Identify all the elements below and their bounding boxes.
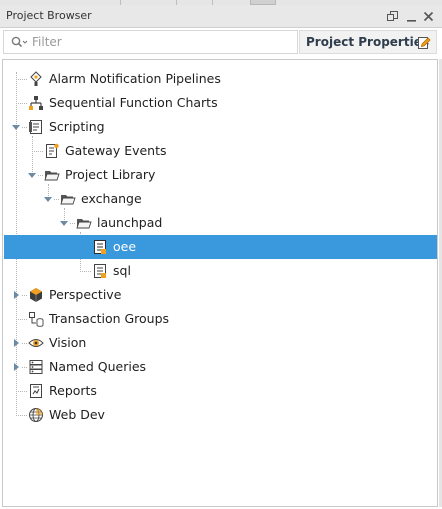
web-dev-icon [28, 407, 44, 423]
tree-item-label: launchpad [97, 215, 163, 230]
tree-item-label: oee [113, 239, 137, 254]
tree-item-named-queries[interactable]: Named Queries [4, 355, 437, 379]
project-properties-label: Project Properties [306, 35, 429, 49]
tree-item-project-library[interactable]: Project Library [4, 163, 437, 187]
gateway-events-icon [44, 143, 60, 159]
search-icon[interactable] [11, 36, 28, 49]
reports-icon [28, 383, 44, 399]
project-tree: Alarm Notification Pipelines Sequential … [2, 59, 438, 507]
expand-toggle-icon[interactable] [10, 121, 22, 133]
folder-open-icon [44, 167, 60, 183]
close-icon[interactable] [422, 10, 435, 23]
expand-toggle-icon[interactable] [58, 217, 70, 229]
tree-item-label: Named Queries [49, 359, 147, 374]
tree-item-sequential-function-charts[interactable]: Sequential Function Charts [4, 91, 437, 115]
transaction-groups-icon [28, 311, 44, 327]
perspective-icon [28, 287, 44, 303]
tree-item-reports[interactable]: Reports [4, 379, 437, 403]
vision-icon [28, 335, 44, 351]
tree-item-label: Web Dev [49, 407, 105, 422]
tree-item-label: exchange [81, 191, 142, 206]
collapse-toggle-icon[interactable] [10, 337, 22, 349]
tree-item-label: Vision [49, 335, 87, 350]
folder-open-icon [60, 191, 76, 207]
named-queries-icon [28, 359, 44, 375]
tree-item-label: Gateway Events [65, 143, 167, 158]
tree-item-web-dev[interactable]: Web Dev [4, 403, 437, 427]
panel-title: Project Browser [6, 9, 92, 22]
restore-icon[interactable] [386, 10, 399, 23]
expand-toggle-icon[interactable] [26, 169, 38, 181]
tree-item-gateway-events[interactable]: Gateway Events [4, 139, 437, 163]
tree-item-label: Perspective [49, 287, 122, 302]
scripting-icon [28, 119, 44, 135]
expand-toggle-icon[interactable] [42, 193, 54, 205]
tree-item-label: Sequential Function Charts [49, 95, 218, 110]
tree-item-sql[interactable]: sql [4, 259, 437, 283]
tree-item-exchange[interactable]: exchange [4, 187, 437, 211]
panel-header: Project Browser [0, 5, 442, 28]
tree-item-scripting[interactable]: Scripting [4, 115, 437, 139]
script-file-icon [92, 239, 108, 255]
filter-box[interactable] [3, 30, 298, 54]
collapse-toggle-icon[interactable] [10, 289, 22, 301]
tree-item-label: sql [113, 263, 131, 278]
minimize-icon[interactable] [405, 10, 418, 23]
filter-row: Project Properties [0, 28, 442, 56]
sfc-icon [28, 95, 44, 111]
alarm-pipeline-icon [28, 71, 44, 87]
filter-input[interactable] [32, 33, 292, 51]
tree-item-label: Project Library [65, 167, 156, 182]
tree-item-alarm-notification-pipelines[interactable]: Alarm Notification Pipelines [4, 67, 437, 91]
tree-item-label: Transaction Groups [49, 311, 170, 326]
script-file-icon [92, 263, 108, 279]
tree-item-launchpad[interactable]: launchpad [4, 211, 437, 235]
tree-item-perspective[interactable]: Perspective [4, 283, 437, 307]
tree-item-label: Reports [49, 383, 97, 398]
collapse-toggle-icon[interactable] [10, 361, 22, 373]
project-properties-icon [417, 35, 431, 50]
folder-open-icon [76, 215, 92, 231]
tree-item-vision[interactable]: Vision [4, 331, 437, 355]
project-properties-button[interactable]: Project Properties [299, 30, 437, 54]
tree-item-transaction-groups[interactable]: Transaction Groups [4, 307, 437, 331]
tree-item-label: Scripting [49, 119, 105, 134]
tree-item-oee[interactable]: oee [4, 235, 437, 259]
tree-item-label: Alarm Notification Pipelines [49, 71, 221, 86]
